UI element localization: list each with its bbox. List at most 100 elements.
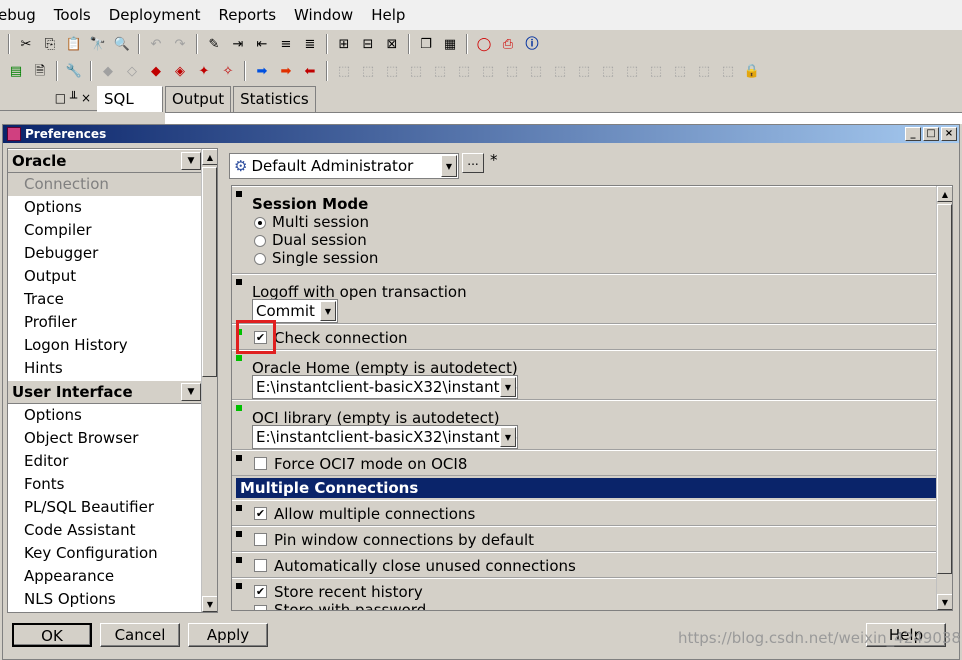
menu-deployment[interactable]: Deployment	[109, 6, 201, 24]
category-fonts[interactable]: Fonts	[8, 473, 203, 496]
scroll-up-icon[interactable]: ▲	[202, 149, 217, 165]
query-builder-icon[interactable]: ⊞	[334, 34, 354, 54]
category-connection[interactable]: Connection	[8, 173, 203, 196]
category-code-assistant[interactable]: Code Assistant	[8, 519, 203, 542]
tab-output[interactable]: Output	[165, 86, 232, 112]
pin-icon[interactable]: □ ╨ ×	[55, 91, 91, 105]
oci-library-select[interactable]: E:\instantclient-basicX32\instantclient …	[252, 425, 518, 449]
version-6-icon[interactable]: ⬚	[454, 61, 474, 81]
category-profiler[interactable]: Profiler	[8, 311, 203, 334]
scroll-down-icon[interactable]: ▼	[937, 594, 952, 610]
version-1-icon[interactable]: ⬚	[334, 61, 354, 81]
version-15-icon[interactable]: ⬚	[670, 61, 690, 81]
windows-icon[interactable]: ❐	[416, 34, 436, 54]
left-scrollbar[interactable]: ▲ ▼	[201, 149, 217, 612]
debug-6-icon[interactable]: ✧	[218, 61, 238, 81]
arrow-right-blue-icon[interactable]: ➡	[252, 61, 272, 81]
version-3-icon[interactable]: ⬚	[382, 61, 402, 81]
comment-icon[interactable]: ≡	[276, 34, 296, 54]
edit-icon[interactable]: ✎	[204, 34, 224, 54]
chevron-down-icon[interactable]: ▼	[320, 301, 336, 321]
pdf-icon[interactable]: ⎙	[498, 34, 518, 54]
version-7-icon[interactable]: ⬚	[478, 61, 498, 81]
chevron-down-icon[interactable]: ▼	[181, 152, 201, 170]
menu-tools[interactable]: Tools	[54, 6, 91, 24]
menu-window[interactable]: Window	[294, 6, 353, 24]
auto-close-checkbox[interactable]	[254, 559, 267, 572]
store-history-checkbox[interactable]: ✔	[254, 585, 267, 598]
radio-single-session-label[interactable]: Single session	[272, 249, 378, 267]
radio-multi-session-label[interactable]: Multi session	[272, 213, 369, 231]
version-2-icon[interactable]: ⬚	[358, 61, 378, 81]
find-icon[interactable]: 🔭	[88, 34, 108, 54]
category-object-browser[interactable]: Object Browser	[8, 427, 203, 450]
radio-dual-session-label[interactable]: Dual session	[272, 231, 367, 249]
store-password-label[interactable]: Store with password	[274, 601, 426, 610]
category-ui-options[interactable]: Options	[8, 404, 203, 427]
scroll-down-icon[interactable]: ▼	[202, 596, 217, 612]
scroll-thumb[interactable]	[202, 167, 217, 377]
group-user-interface[interactable]: User Interface ▼	[8, 380, 203, 404]
debug-5-icon[interactable]: ✦	[194, 61, 214, 81]
version-11-icon[interactable]: ⬚	[574, 61, 594, 81]
info-icon[interactable]: ⓘ	[522, 34, 542, 54]
version-4-icon[interactable]: ⬚	[406, 61, 426, 81]
category-plsql-beautifier[interactable]: PL/SQL Beautifier	[8, 496, 203, 519]
radio-multi-session[interactable]	[254, 217, 266, 229]
ok-button[interactable]: OK	[12, 623, 92, 647]
version-16-icon[interactable]: ⬚	[694, 61, 714, 81]
category-compiler[interactable]: Compiler	[8, 219, 203, 242]
arrow-left-icon[interactable]: ⬅	[300, 61, 320, 81]
redo-icon[interactable]: ↷	[170, 34, 190, 54]
tile-icon[interactable]: ▦	[440, 34, 460, 54]
version-13-icon[interactable]: ⬚	[622, 61, 642, 81]
page-icon[interactable]: 🗎	[30, 61, 50, 81]
debug-1-icon[interactable]: ◆	[98, 61, 118, 81]
allow-multiple-label[interactable]: Allow multiple connections	[274, 505, 475, 523]
version-5-icon[interactable]: ⬚	[430, 61, 450, 81]
chevron-down-icon[interactable]: ▼	[500, 427, 516, 447]
arrow-right-red-icon[interactable]: ➡	[276, 61, 296, 81]
category-key-configuration[interactable]: Key Configuration	[8, 542, 203, 565]
version-8-icon[interactable]: ⬚	[502, 61, 522, 81]
copy-icon[interactable]: ⎘	[40, 34, 60, 54]
version-14-icon[interactable]: ⬚	[646, 61, 666, 81]
version-12-icon[interactable]: ⬚	[598, 61, 618, 81]
category-appearance[interactable]: Appearance	[8, 565, 203, 588]
version-17-icon[interactable]: ⬚	[718, 61, 738, 81]
category-hints[interactable]: Hints	[8, 357, 203, 380]
maximize-button[interactable]: □	[923, 127, 939, 141]
profile-select[interactable]: ⚙ Default Administrator ▼	[229, 153, 459, 179]
indent-icon[interactable]: ⇥	[228, 34, 248, 54]
minimize-button[interactable]: _	[905, 127, 921, 141]
uncomment-icon[interactable]: ≣	[300, 34, 320, 54]
category-nls-options[interactable]: NLS Options	[8, 588, 203, 611]
editor-area[interactable]	[165, 112, 962, 124]
chevron-down-icon[interactable]: ▼	[500, 377, 516, 397]
wrench-icon[interactable]: 🔧	[64, 61, 84, 81]
menu-help[interactable]: Help	[371, 6, 405, 24]
query-builder-2-icon[interactable]: ⊟	[358, 34, 378, 54]
tab-statistics[interactable]: Statistics	[233, 86, 316, 112]
find-replace-icon[interactable]: 🔍	[112, 34, 132, 54]
oracle-icon[interactable]: ◯	[474, 34, 494, 54]
oracle-home-select[interactable]: E:\instantclient-basicX32\instantclient …	[252, 375, 518, 399]
compile-icon[interactable]: ▤	[6, 61, 26, 81]
debug-3-icon[interactable]: ◆	[146, 61, 166, 81]
profile-browse-button[interactable]: ...	[462, 153, 484, 173]
allow-multiple-checkbox[interactable]: ✔	[254, 507, 267, 520]
auto-close-label[interactable]: Automatically close unused connections	[274, 557, 576, 575]
version-10-icon[interactable]: ⬚	[550, 61, 570, 81]
group-oracle[interactable]: Oracle ▼	[8, 149, 203, 173]
category-trace[interactable]: Trace	[8, 288, 203, 311]
category-debugger[interactable]: Debugger	[8, 242, 203, 265]
force-oci7-label[interactable]: Force OCI7 mode on OCI8	[274, 455, 467, 473]
tab-sql[interactable]: SQL	[97, 86, 163, 112]
force-oci7-checkbox[interactable]	[254, 457, 267, 470]
scroll-thumb[interactable]	[937, 204, 952, 574]
category-editor[interactable]: Editor	[8, 450, 203, 473]
category-logon-history[interactable]: Logon History	[8, 334, 203, 357]
category-output[interactable]: Output	[8, 265, 203, 288]
menu-debug[interactable]: ebug	[0, 6, 36, 24]
undo-icon[interactable]: ↶	[146, 34, 166, 54]
